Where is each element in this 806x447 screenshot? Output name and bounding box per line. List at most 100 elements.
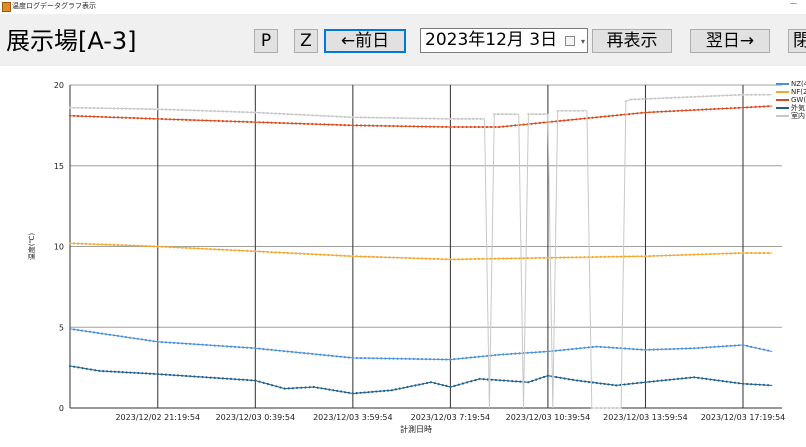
series-point <box>697 376 700 379</box>
series-point <box>461 382 464 385</box>
prev-day-button[interactable]: ←前日 <box>324 29 406 53</box>
series-point <box>494 354 497 357</box>
series-point <box>514 352 517 355</box>
series-point <box>620 113 623 116</box>
calendar-icon[interactable] <box>565 36 575 46</box>
series-point <box>461 357 464 360</box>
series-point <box>217 377 220 380</box>
z-button[interactable]: Z <box>294 29 318 53</box>
series-point <box>238 110 241 113</box>
series-point <box>404 357 407 360</box>
series-point <box>92 243 95 246</box>
series-point <box>100 107 103 110</box>
series-point <box>595 345 598 348</box>
series-point <box>229 120 232 123</box>
next-day-button[interactable]: 翌日→ <box>690 29 770 53</box>
series-point <box>331 354 334 357</box>
series-point <box>416 257 419 260</box>
series-point <box>571 118 574 121</box>
series-point <box>298 252 302 255</box>
series-point <box>725 107 728 110</box>
series-point <box>308 386 311 389</box>
series-point <box>652 348 655 351</box>
series-point <box>368 357 371 360</box>
series-point <box>441 125 444 128</box>
series-point <box>725 380 728 383</box>
series-point <box>475 117 478 120</box>
series-point <box>453 117 456 120</box>
series-point <box>514 124 517 127</box>
series-point <box>689 376 692 379</box>
series-point <box>193 247 196 250</box>
series-point <box>729 94 733 97</box>
series-point <box>355 356 358 360</box>
series-point <box>680 109 684 112</box>
series-point <box>472 117 475 120</box>
series-point <box>420 125 423 128</box>
series-point <box>640 111 643 114</box>
series-point <box>233 249 237 252</box>
series-point <box>270 384 274 387</box>
series-point <box>437 358 440 361</box>
legend-swatch <box>776 91 789 93</box>
series-point <box>266 348 269 351</box>
series-point <box>754 251 757 255</box>
series-point <box>762 93 766 96</box>
series-point <box>445 125 448 128</box>
series-point <box>603 115 606 118</box>
series-point <box>221 120 224 123</box>
series-point <box>181 246 184 249</box>
series-point <box>664 379 667 382</box>
series-point <box>527 381 530 384</box>
series-point <box>649 97 653 100</box>
series-point <box>705 346 708 349</box>
series-point <box>481 257 484 260</box>
series-line <box>69 242 773 260</box>
series-point <box>343 115 346 118</box>
series-point <box>498 353 501 356</box>
series-point <box>615 114 619 117</box>
series-point <box>656 254 659 257</box>
series-point <box>449 385 452 389</box>
minimize-button[interactable]: － <box>789 0 798 10</box>
series-point <box>359 124 363 127</box>
series-point <box>677 96 681 99</box>
series-point <box>246 120 249 123</box>
series-point <box>762 251 766 255</box>
series-point <box>229 377 232 380</box>
series-point <box>81 367 84 370</box>
series-point <box>437 383 440 386</box>
series-point <box>396 357 399 360</box>
series-point <box>372 116 375 119</box>
series-point <box>386 389 390 392</box>
series-point <box>705 377 708 380</box>
series-point <box>96 107 99 110</box>
series-point <box>140 107 143 110</box>
series-point <box>611 255 615 258</box>
series-point <box>412 357 415 360</box>
series-point <box>580 379 583 383</box>
series-point <box>762 105 766 108</box>
series-point <box>112 116 115 119</box>
series-point <box>701 253 704 256</box>
series-point <box>629 98 632 101</box>
series-point <box>668 348 671 351</box>
series-point <box>737 106 741 109</box>
series-point <box>729 381 732 384</box>
series-point <box>319 123 322 126</box>
series-point <box>205 376 208 379</box>
series-point <box>193 375 196 378</box>
series-point <box>669 96 673 99</box>
series-point <box>506 353 509 356</box>
series-point <box>644 348 647 351</box>
series-point <box>685 253 688 256</box>
series-point <box>343 254 346 257</box>
p-button[interactable]: P <box>254 29 278 53</box>
series-point <box>733 93 737 97</box>
refresh-button[interactable]: 再表示 <box>592 29 672 53</box>
close-button[interactable]: 閉 <box>788 29 806 53</box>
chevron-down-icon[interactable]: ▾ <box>581 30 585 53</box>
series-point <box>225 345 228 348</box>
series-point <box>705 95 709 98</box>
date-picker[interactable]: 2023年12月 3日 ▾ <box>420 28 588 53</box>
